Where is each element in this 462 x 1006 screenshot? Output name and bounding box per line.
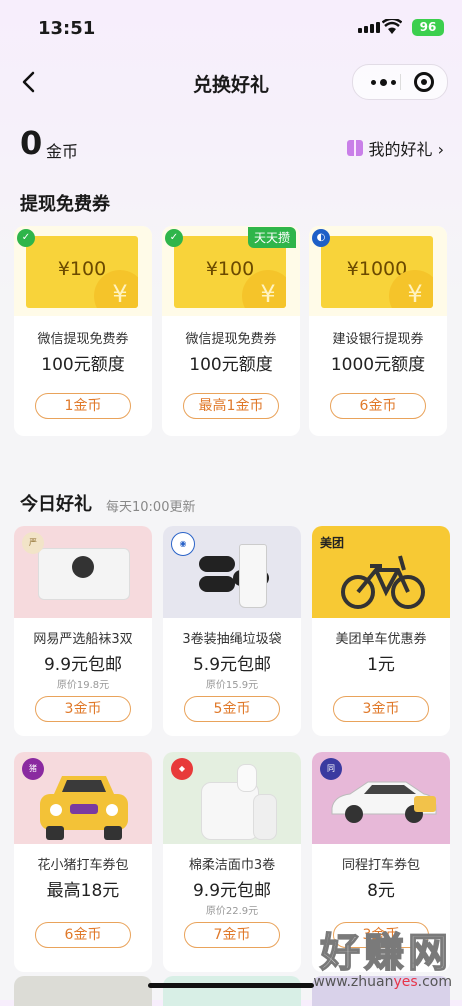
product-price: 1元 [367, 655, 395, 675]
mini-program-capsule [352, 64, 448, 100]
face-towel-sheet [237, 764, 257, 792]
redeem-button[interactable]: 3金币 [333, 696, 429, 722]
coin-count: 0 [20, 124, 43, 162]
product-card[interactable]: ◉ 3卷装抽绳垃圾袋 5.9元包邮 原价15.9元 5金币 [163, 526, 301, 736]
product-image: 美团 [312, 526, 450, 618]
voucher-ticket: ¥100 ¥ [26, 236, 138, 308]
more-icon[interactable] [371, 79, 396, 86]
watermark-url-part: www.zhuan [313, 974, 394, 990]
trash-bag-roll [199, 576, 235, 592]
signal-icon [358, 22, 380, 33]
redeem-button[interactable]: 最高1金币 [183, 393, 279, 419]
brand-logo: ◆ [171, 758, 193, 780]
today-section-title: 今日好礼 [20, 494, 92, 515]
battery-icon: 96 [412, 19, 444, 36]
wifi-icon [382, 19, 402, 34]
product-name: 棉柔洁面巾3卷 [188, 858, 276, 873]
product-original-price: 原价19.8元 [56, 680, 110, 691]
watermark-title: 好赚网 [319, 929, 452, 977]
coupon-badge [414, 796, 436, 812]
status-time: 13:51 [38, 18, 96, 39]
wechat-pay-icon: ✓ [17, 229, 35, 247]
product-original-price: 原价15.9元 [205, 680, 259, 691]
trash-can [239, 544, 267, 608]
close-target-icon[interactable] [414, 72, 434, 92]
my-gifts-label: 我的好礼 › [368, 140, 445, 159]
product-name: 美团单车优惠券 [335, 632, 427, 647]
product-original-price: 原价22.9元 [205, 906, 259, 917]
product-name: 同程打车券包 [341, 858, 420, 873]
product-image: 同 [312, 752, 450, 844]
product-name: 3卷装抽绳垃圾袋 [182, 632, 282, 647]
car-icon [40, 776, 128, 840]
watermark-url-part: yes [393, 974, 418, 990]
product-card[interactable]: 美团 美团单车优惠券 1元 3金币 [312, 526, 450, 736]
product-card-partial[interactable] [163, 976, 301, 1006]
redeem-button[interactable]: 3金币 [35, 696, 131, 722]
redeem-button[interactable]: 5金币 [184, 696, 280, 722]
voucher-quota: 1000元额度 [330, 355, 426, 375]
watermark-url: www.zhuanyes.com [313, 974, 452, 990]
voucher-card[interactable]: ¥1000 ¥ ◐ 建设银行提现券 1000元额度 6金币 [309, 226, 447, 436]
voucher-card[interactable]: ¥100 ¥ ✓ 微信提现免费券 100元额度 1金币 [14, 226, 152, 436]
voucher-quota: 100元额度 [189, 355, 273, 375]
product-image: 严 [14, 526, 152, 618]
product-price: 9.9元包邮 [192, 881, 272, 901]
product-name: 网易严选船袜3双 [33, 632, 133, 647]
site-watermark: 好赚网 www.zhuanyes.com [313, 920, 452, 990]
gift-icon [346, 140, 363, 156]
product-price: 5.9元包邮 [192, 655, 272, 675]
product-image: 猪 [14, 752, 152, 844]
product-name: 花小猪打车券包 [37, 858, 129, 873]
voucher-quota: 100元额度 [41, 355, 125, 375]
product-card[interactable]: 猪 花小猪打车券包 最高18元 6金币 [14, 752, 152, 972]
watermark-url-part: .com [417, 974, 452, 990]
voucher-name: 微信提现免费券 [37, 332, 129, 347]
voucher-card-top: ¥100 ¥ ✓ 天天攒 [162, 226, 300, 316]
capsule-divider [400, 74, 401, 90]
voucher-card[interactable]: ¥100 ¥ ✓ 天天攒 微信提现免费券 100元额度 最高1金币 [162, 226, 300, 436]
voucher-ticket: ¥1000 ¥ [321, 236, 433, 308]
ccb-bank-icon: ◐ [312, 229, 330, 247]
product-image: ◆ [163, 752, 301, 844]
voucher-name: 微信提现免费券 [185, 332, 277, 347]
nav-bar: 兑换好礼 [0, 56, 462, 112]
redeem-button[interactable]: 6金币 [330, 393, 426, 419]
face-towel-roll [253, 794, 277, 840]
product-price: 最高18元 [46, 881, 120, 901]
today-section-subtitle: 每天10:00更新 [106, 500, 196, 515]
product-price: 9.9元包邮 [43, 655, 123, 675]
product-card[interactable]: 严 网易严选船袜3双 9.9元包邮 原价19.8元 3金币 [14, 526, 152, 736]
free-voucher-section-title: 提现免费券 [20, 194, 110, 215]
voucher-card-top: ¥1000 ¥ ◐ [309, 226, 447, 316]
product-card-partial[interactable] [14, 976, 152, 1006]
redeem-button[interactable]: 7金币 [184, 922, 280, 948]
product-card[interactable]: ◆ 棉柔洁面巾3卷 9.9元包邮 原价22.9元 7金币 [163, 752, 301, 972]
product-image: ◉ [163, 526, 301, 618]
wechat-pay-icon: ✓ [165, 229, 183, 247]
redeem-button[interactable]: 1金币 [35, 393, 131, 419]
brand-logo: ◉ [171, 532, 195, 556]
home-indicator[interactable] [148, 983, 314, 988]
voucher-name: 建设银行提现券 [332, 332, 424, 347]
netease-yanxuan-logo: 严 [22, 532, 44, 554]
my-gifts-link[interactable]: 我的好礼 › [346, 136, 445, 160]
daily-save-badge: 天天攒 [247, 227, 296, 248]
redeem-button[interactable]: 6金币 [35, 922, 131, 948]
product-price: 8元 [367, 881, 395, 901]
trash-bag-roll [199, 556, 235, 572]
status-bar: 13:51 96 [0, 0, 462, 56]
coin-balance-row: 0 金币 我的好礼 › [20, 124, 444, 164]
coin-unit: 金币 [46, 142, 79, 161]
model-photo [72, 556, 94, 578]
voucher-card-top: ¥100 ¥ ✓ [14, 226, 152, 316]
bicycle-icon [341, 555, 425, 609]
